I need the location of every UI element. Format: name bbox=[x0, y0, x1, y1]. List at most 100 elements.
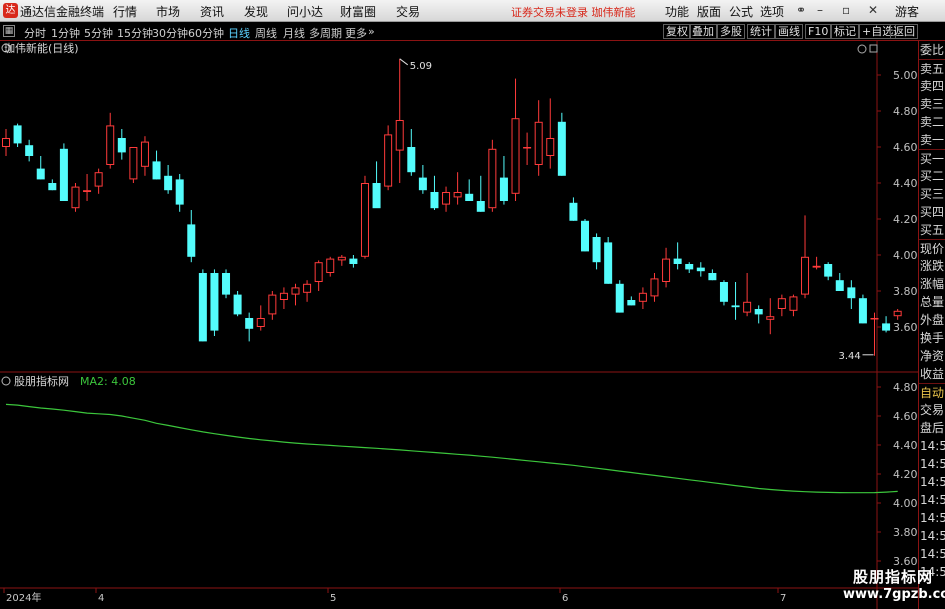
candle-body-down bbox=[430, 192, 439, 209]
menu-formula[interactable]: 公式 bbox=[729, 3, 753, 20]
period-tab[interactable]: 月线 bbox=[283, 25, 305, 41]
quote-label: 买三 bbox=[920, 187, 945, 201]
candle-body-down bbox=[604, 242, 613, 284]
candle-body-up bbox=[326, 258, 335, 274]
candle-body-up bbox=[523, 147, 532, 149]
quote-label: 委比 bbox=[920, 43, 945, 57]
period-toolbar: ▦ 分时 1分钟 5分钟 15分钟 30分钟 60分钟 日线 周线 月线 多周期 更多» 复权 叠加多… bbox=[0, 22, 945, 41]
menu-options[interactable]: 选项 bbox=[760, 3, 784, 20]
candle-body-down bbox=[847, 287, 856, 299]
quote-column: 委比 卖五 卖四 卖三 卖二 卖一 买一 买二 买三 买四 买五 现价 涨跌 涨幅 总量 外盘 换手 净资 收益 自动… bbox=[918, 41, 945, 609]
candle-body-down bbox=[824, 264, 833, 277]
toolbar-button[interactable]: 统计 bbox=[747, 24, 775, 39]
candle-body-up bbox=[314, 262, 323, 282]
candle-body-down bbox=[59, 148, 68, 201]
price-axis-label: 4.40 bbox=[893, 177, 918, 190]
candle-body-up bbox=[766, 316, 775, 320]
candle-body-down bbox=[13, 125, 22, 144]
quote-label: 14:56 bbox=[920, 493, 945, 507]
menu-item[interactable]: 问小达 bbox=[287, 3, 323, 20]
candle-body-up bbox=[279, 292, 288, 301]
settings-gear-icon bbox=[857, 44, 867, 54]
candle-body-down bbox=[117, 138, 126, 153]
quote-label: 涨幅 bbox=[920, 277, 945, 291]
menu-layout[interactable]: 版面 bbox=[697, 3, 721, 20]
period-tab[interactable]: 30分钟 bbox=[152, 25, 188, 41]
menu-func[interactable]: 功能 bbox=[665, 3, 689, 20]
toolbar-button[interactable]: F10 bbox=[805, 24, 832, 39]
restore-icon[interactable]: ▫ bbox=[842, 3, 850, 17]
candle-body-up bbox=[870, 318, 879, 320]
candle-body-down bbox=[627, 300, 636, 306]
quote-label: 总量 bbox=[920, 295, 945, 309]
period-tab[interactable]: 日线 bbox=[228, 25, 250, 41]
candle-body-down bbox=[557, 121, 566, 176]
candle-body-up bbox=[129, 147, 138, 180]
candle-body-up bbox=[291, 287, 300, 295]
candle-body-down bbox=[152, 161, 161, 180]
candle-body-down bbox=[465, 193, 474, 201]
period-tab[interactable]: 周线 bbox=[255, 25, 277, 41]
candle-body-up bbox=[534, 121, 543, 166]
toolbar-button[interactable]: 叠加 bbox=[689, 24, 717, 39]
period-tab[interactable]: 更多 bbox=[345, 25, 367, 41]
guest-label[interactable]: 游客 bbox=[895, 3, 919, 20]
candle-body-down bbox=[175, 179, 184, 205]
candle-body-down bbox=[615, 283, 624, 313]
low-annotation: 3.44 bbox=[839, 351, 861, 362]
close-icon[interactable]: ✕ bbox=[868, 3, 878, 17]
toolbar-button[interactable]: 返回 bbox=[890, 24, 918, 39]
ind-axis-label: 4.00 bbox=[893, 497, 918, 510]
menu-item[interactable]: 财富圈 bbox=[340, 3, 376, 20]
quote-label: 买一 bbox=[919, 149, 945, 167]
menu-item[interactable]: 交易 bbox=[396, 3, 420, 20]
login-status: 证券交易未登录 珈伟新能 bbox=[511, 6, 636, 19]
quote-label: 盘后 bbox=[920, 421, 945, 435]
candle-body-down bbox=[187, 224, 196, 257]
ma2-line bbox=[5, 403, 898, 494]
period-tab[interactable]: 1分钟 bbox=[51, 25, 80, 41]
more-chevron-icon[interactable]: » bbox=[368, 25, 375, 38]
candle-body-down bbox=[48, 183, 57, 191]
menu-item[interactable]: 发现 bbox=[244, 3, 268, 20]
candle-body-up bbox=[442, 192, 451, 205]
date-axis-label: 4 bbox=[98, 593, 104, 604]
toolbar-button[interactable]: 复权 bbox=[663, 24, 691, 39]
maximize-pane-icon bbox=[869, 44, 878, 53]
candle-body-down bbox=[164, 175, 173, 191]
period-tab[interactable]: 5分钟 bbox=[84, 25, 113, 41]
candle-body-up bbox=[94, 172, 103, 187]
candle-body-down bbox=[499, 177, 508, 201]
candle-body-down bbox=[198, 273, 207, 342]
candle-body-up bbox=[801, 256, 810, 295]
minimize-icon[interactable]: – bbox=[817, 3, 823, 17]
candle-body-up bbox=[662, 258, 671, 283]
ind-axis-label: 4.40 bbox=[893, 439, 918, 452]
period-tab[interactable]: 多周期 bbox=[309, 25, 342, 41]
kline-chart[interactable]: 5.00 4.80 4.60 4.40 4.20 4.00 3.80 3.60 4.80 4.60… bbox=[0, 41, 918, 609]
quote-label: 买五 bbox=[920, 223, 945, 237]
headset-icon[interactable]: ⚭ bbox=[796, 3, 806, 17]
candle-body-up bbox=[743, 301, 752, 313]
price-axis-label: 4.80 bbox=[893, 105, 918, 118]
quote-label: 自动 bbox=[919, 383, 945, 401]
candle-body-down bbox=[858, 298, 867, 324]
price-axis-label: 3.80 bbox=[893, 285, 918, 298]
candle-body-up bbox=[140, 141, 149, 167]
candle-body-down bbox=[719, 282, 728, 302]
toolbar-button[interactable]: 标记 bbox=[831, 24, 859, 39]
period-tab[interactable]: 分时 bbox=[24, 25, 46, 41]
quote-label: 卖一 bbox=[920, 133, 945, 147]
menu-item[interactable]: 资讯 bbox=[200, 3, 224, 20]
candle-body-down bbox=[222, 273, 231, 295]
grid-icon[interactable]: ▦ bbox=[3, 25, 15, 37]
toolbar-button[interactable]: 画线 bbox=[775, 24, 803, 39]
period-tab[interactable]: 15分钟 bbox=[117, 25, 153, 41]
price-axis-label: 4.00 bbox=[893, 249, 918, 262]
period-tab[interactable]: 60分钟 bbox=[188, 25, 224, 41]
high-annotation: 5.09 bbox=[410, 61, 432, 72]
menu-item[interactable]: 市场 bbox=[156, 3, 180, 20]
ma-label: MA2: 4.08 bbox=[80, 375, 136, 388]
toolbar-button[interactable]: 多股 bbox=[717, 24, 745, 39]
menu-item[interactable]: 行情 bbox=[113, 3, 137, 20]
